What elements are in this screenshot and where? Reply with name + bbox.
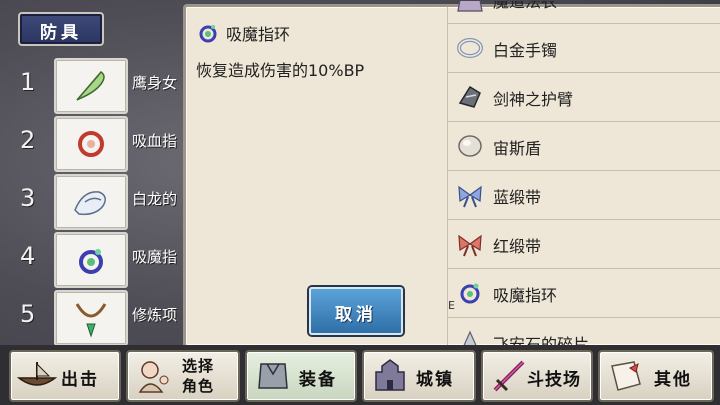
town-label: 城镇 [416,370,454,390]
list-item-label: 魔道法衣 [493,1,558,11]
item-detail-title: 吸魔指环 [226,25,291,44]
equip-slot-row-1[interactable]: 1 鹰身女 [0,56,190,114]
robe-icon [457,1,483,12]
slot-number: 4 [20,242,36,270]
necklace-icon [75,303,107,338]
gauntlet-icon [458,85,481,108]
castle-icon [375,359,405,391]
slot-number: 5 [20,300,36,328]
sword-icon [493,360,525,392]
arena-button[interactable]: 斗技场 [481,350,593,402]
other-button[interactable]: 其他 [598,350,714,402]
slot-number: 1 [20,68,36,96]
cancel-button-label: 取消 [335,305,377,325]
slot-item-name: 鹰身女 [132,74,178,92]
magic-ring-icon [199,25,217,43]
slot-item-name: 修炼项 [132,306,178,324]
list-item[interactable]: 魔道法衣 [448,1,720,24]
armor-icon [258,363,288,389]
list-item[interactable]: 飞安石的碎片 [448,318,720,345]
list-item[interactable]: 吸魔指环 [448,269,720,318]
sortie-button[interactable]: 出击 [9,350,121,402]
ship-icon [17,362,57,386]
white-dragon-icon [74,191,106,216]
list-item[interactable]: 蓝缎带 [448,171,720,220]
list-item-label: 蓝缎带 [493,188,542,207]
list-item[interactable]: 剑神之护臂 [448,73,720,122]
equip-slot-row-2[interactable]: 2 吸血指 [0,114,190,172]
arena-label: 斗技场 [527,370,581,390]
slot-item-name: 吸血指 [132,132,178,150]
slot-icon-box [54,174,128,230]
slot-number: 2 [20,126,36,154]
equipment-label: 装备 [299,370,337,390]
equip-slot-row-4[interactable]: 4 吸魔指 [0,230,190,288]
list-item[interactable]: 宙斯盾 [448,122,720,171]
equipment-button[interactable]: 装备 [245,350,357,402]
red-ribbon-icon [458,234,482,257]
magic-ring-icon [79,249,103,274]
equipment-choice-list[interactable]: 魔道法衣 白金手镯 剑神之护臂 宙斯盾 蓝缎带 红缎带 吸魔指环 飞安石的碎片 [448,1,720,345]
slot-item-name: 白龙的 [132,190,178,208]
list-item[interactable]: 白金手镯 [448,24,720,73]
list-item-label: 白金手镯 [493,41,558,60]
equip-slot-row-5[interactable]: 5 修炼项 [0,288,190,346]
town-button[interactable]: 城镇 [362,350,476,402]
list-item[interactable]: 红缎带 [448,220,720,269]
sortie-label: 出击 [61,370,99,390]
select-character-label-line2: 角色 [182,377,215,395]
list-item-label: 宙斯盾 [493,139,542,158]
list-item-label: 剑神之护臂 [493,90,574,109]
other-label: 其他 [654,370,692,390]
character-icon [138,361,169,393]
equip-slot-row-3[interactable]: 3 白龙的 [0,172,190,230]
red-ring-icon [78,131,104,157]
slot-icon-box [54,232,128,288]
feather-icon [76,71,105,101]
stone-shard-icon [463,330,477,345]
item-detail-description: 恢复造成伤害的10%BP [196,61,365,80]
shield-icon [458,135,482,157]
blue-ribbon-icon [458,185,482,208]
bracelet-icon [457,38,483,58]
cancel-button[interactable]: 取消 [309,287,403,335]
scroll-icon [611,361,641,391]
armor-category-label: 防具 [40,23,82,43]
slot-icon-box [54,290,128,346]
armor-category-tab[interactable]: 防具 [18,12,104,46]
select-character-label-line1: 选择 [182,357,215,375]
slot-item-name: 吸魔指 [132,248,178,266]
slot-icon-box [54,116,128,172]
list-item-label: 吸魔指环 [493,286,558,305]
slot-icon-box [54,58,128,114]
list-item-label: 飞安石的碎片 [493,335,590,345]
bottom-nav-bar: 出击 选择 角色 装备 城镇 斗技场 其他 [0,345,720,405]
slot-number: 3 [20,184,36,212]
magic-ring-icon [460,283,480,304]
list-item-label: 红缎带 [493,237,542,256]
select-character-button[interactable]: 选择 角色 [126,350,240,402]
item-detail-panel: 吸魔指环 恢复造成伤害的10%BP 取消 E 魔道法衣 白金手镯 剑神之护臂 宙… [183,1,720,348]
